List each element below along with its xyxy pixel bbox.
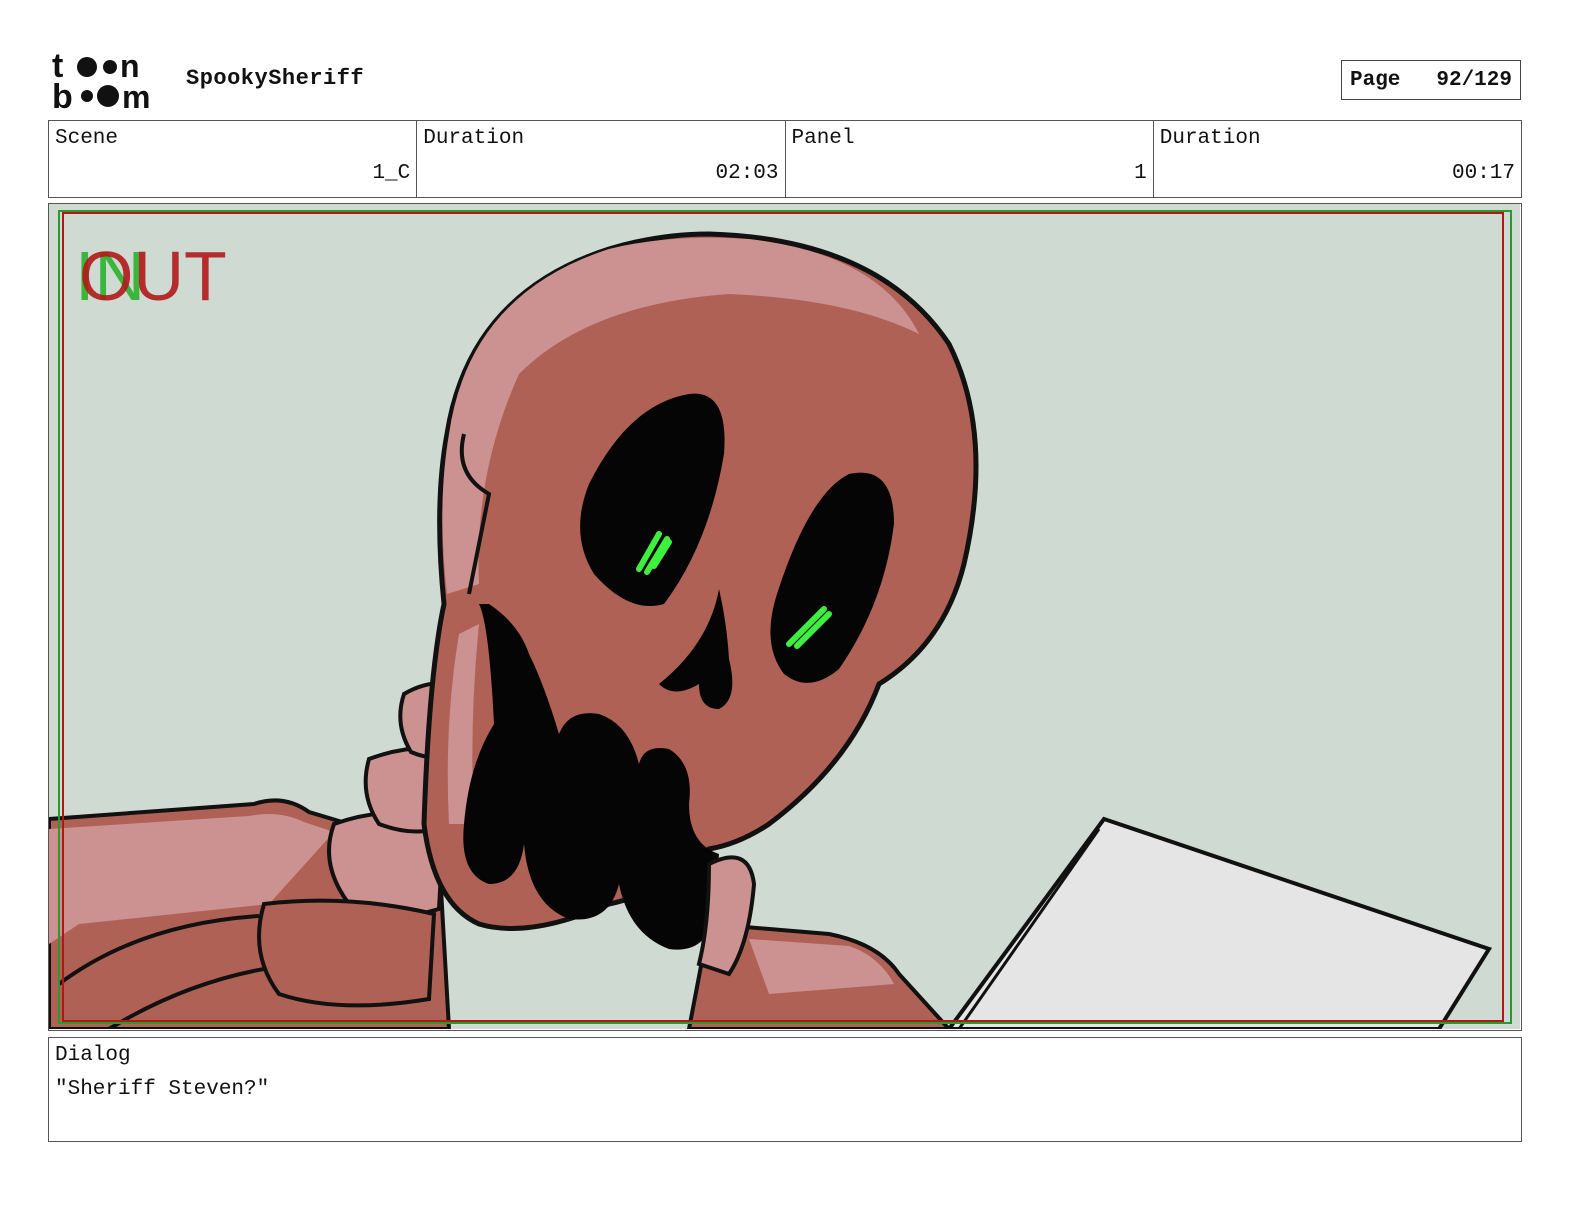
panel-duration-label: Duration <box>1159 127 1261 150</box>
toonboom-logo: t n b m <box>52 50 150 112</box>
scene-duration-label: Duration <box>423 127 525 150</box>
scene-value: 1_C <box>372 162 411 185</box>
panel-duration-cell: Duration 00:17 <box>1154 121 1521 197</box>
scene-label: Scene <box>55 127 119 150</box>
dialog-text: "Sheriff Steven?" <box>55 1078 270 1101</box>
page-label: Page <box>1350 68 1401 92</box>
page-indicator: Page 92/129 <box>1341 60 1521 100</box>
out-mark: OUT <box>79 237 227 315</box>
dialog-box: Dialog "Sheriff Steven?" <box>48 1037 1522 1142</box>
panel-cell: Panel 1 <box>786 121 1154 197</box>
dialog-label: Dialog <box>55 1044 131 1067</box>
panel-label: Panel <box>791 127 855 150</box>
panel-drawing: IN OUT <box>49 204 1520 1029</box>
scene-duration-cell: Duration 02:03 <box>417 121 786 197</box>
project-title: SpookySheriff <box>186 66 365 91</box>
panel-value: 1 <box>1134 162 1147 185</box>
page-number: 92/129 <box>1436 68 1512 92</box>
scene-duration-value: 02:03 <box>715 162 779 185</box>
scene-cell: Scene 1_C <box>49 121 418 197</box>
storyboard-panel: IN OUT <box>48 203 1522 1031</box>
svg-text:b: b <box>52 78 73 112</box>
panel-info-row: Scene 1_C Duration 02:03 Panel 1 Duratio… <box>48 120 1522 198</box>
neck-vertebra-4 <box>257 898 437 1008</box>
panel-duration-value: 00:17 <box>1451 162 1515 185</box>
svg-text:m: m <box>122 79 150 112</box>
